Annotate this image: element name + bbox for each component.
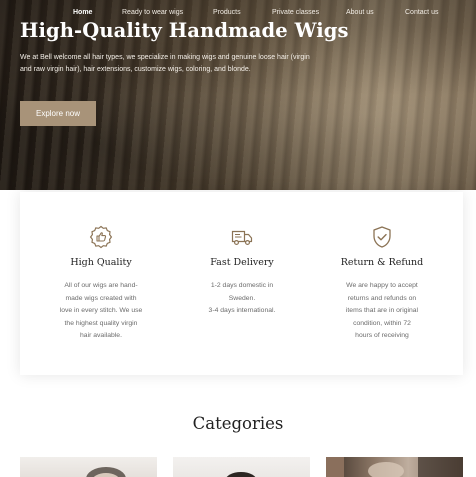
badge-thumbs-up-icon — [89, 225, 113, 249]
feature-title: Return & Refund — [340, 257, 424, 268]
shield-check-icon — [373, 226, 391, 248]
nav-contact-us[interactable]: Contact us — [405, 9, 438, 16]
hero-banner: Home Ready to wear wigs Products Private… — [0, 0, 476, 190]
category-card-3[interactable] — [326, 457, 463, 477]
categories-heading: Categories — [192, 414, 284, 433]
nav-about-us[interactable]: About us — [346, 9, 374, 16]
features-card: High Quality All of our wigs are hand- m… — [20, 192, 463, 375]
feature-description: 1-2 days domestic in Sweden. 3-4 days in… — [208, 282, 276, 314]
category-image-1 — [86, 467, 126, 477]
hero-title: High-Quality Handmade Wigs — [20, 19, 349, 42]
feature-description: All of our wigs are hand- made wigs crea… — [59, 282, 143, 339]
hero-description: We at Bell welcome all hair types, we sp… — [20, 54, 310, 73]
feature-title: Fast Delivery — [210, 257, 274, 268]
nav-home[interactable]: Home — [73, 9, 92, 16]
category-image-3 — [326, 457, 463, 477]
feature-description: We are happy to accept returns and refun… — [345, 282, 419, 339]
category-card-1[interactable] — [20, 457, 157, 477]
delivery-truck-icon — [231, 230, 253, 246]
nav-private-classes[interactable]: Private classes — [272, 9, 319, 16]
category-image-2 — [226, 472, 256, 477]
category-card-2[interactable] — [173, 457, 310, 477]
explore-now-button[interactable]: Explore now — [20, 101, 96, 126]
nav-ready-to-wear-wigs[interactable]: Ready to wear wigs — [122, 9, 183, 16]
feature-title: High Quality — [70, 257, 132, 268]
nav-products[interactable]: Products — [213, 9, 241, 16]
